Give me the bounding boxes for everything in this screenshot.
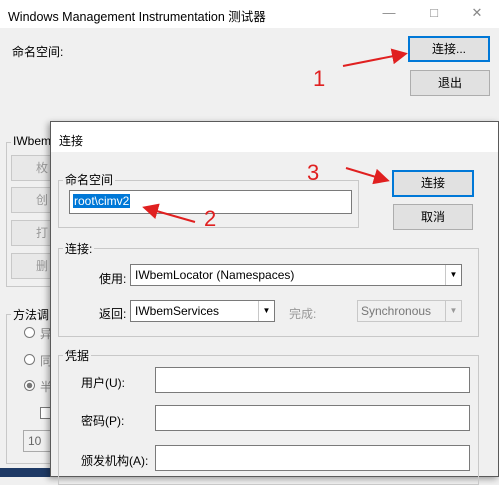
annotation-3: 3	[307, 160, 320, 185]
arrow-1-icon	[342, 48, 408, 67]
arrow-2-icon	[142, 203, 196, 223]
arrow-3-icon	[345, 167, 390, 185]
annotation-overlay	[142, 48, 408, 223]
annotation-1: 1	[313, 66, 326, 91]
annotation-2: 2	[204, 206, 217, 231]
